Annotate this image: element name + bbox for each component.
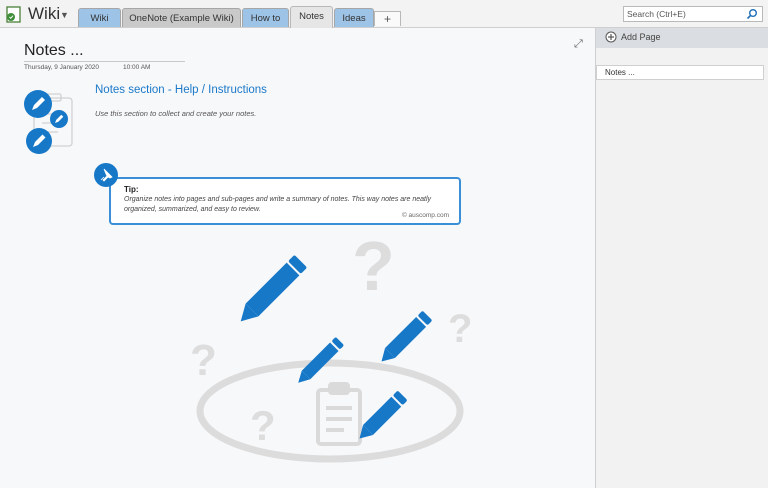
tab-onenote-example-wiki[interactable]: OneNote (Example Wiki) (122, 8, 241, 27)
search-box[interactable] (623, 6, 763, 22)
pencil-icon (381, 311, 432, 362)
tab-how-to[interactable]: How to (242, 8, 289, 27)
page-list-panel: Add Page Notes ... (596, 28, 768, 488)
question-mark-icon: ? (190, 336, 217, 385)
tab-label: How to (250, 13, 281, 24)
question-mark-icon: ? (448, 307, 472, 351)
tab-label: Wiki (90, 13, 109, 24)
question-mark-icon: ? (250, 402, 276, 449)
tab-label: Notes (299, 11, 324, 22)
add-page-label: Add Page (621, 32, 661, 42)
notebook-title[interactable]: Wiki (28, 4, 60, 24)
question-mark-icon: ? (352, 227, 395, 305)
page-canvas[interactable]: Notes ... Thursday, 9 January 2020 10:00… (0, 28, 596, 488)
tab-label: OneNote (Example Wiki) (129, 13, 234, 24)
search-input[interactable] (627, 7, 739, 21)
notebook-bar: Wiki ▼ Wiki OneNote (Example Wiki) How t… (0, 0, 768, 28)
tab-ideas[interactable]: Ideas (334, 8, 374, 27)
tab-notes[interactable]: Notes (290, 6, 333, 28)
chevron-down-icon[interactable]: ▼ (60, 10, 69, 20)
add-section-button[interactable]: + (374, 11, 401, 26)
page-list-item[interactable]: Notes ... (596, 65, 764, 80)
tab-label: Ideas (342, 13, 366, 24)
tab-wiki[interactable]: Wiki (78, 8, 121, 27)
pencil-icon (240, 255, 307, 322)
notes-illustration: ? ? ? ? (190, 227, 472, 463)
add-icon (605, 31, 617, 43)
notebook-icon[interactable] (5, 6, 23, 23)
search-icon[interactable] (746, 8, 758, 20)
add-page-button[interactable]: Add Page (596, 28, 768, 48)
pencil-icon (359, 391, 407, 439)
clipboard-icon (316, 382, 362, 446)
